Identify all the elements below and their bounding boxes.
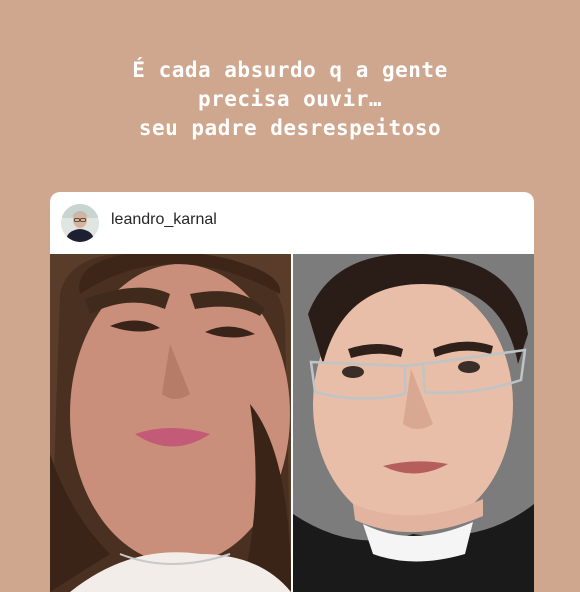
shared-post-card[interactable]: leandro_karnal [50,192,534,592]
post-username[interactable]: leandro_karnal [111,211,217,229]
caption-line-2: precisa ouvir… [197,87,382,111]
caption-line-3: seu padre desrespeitoso [138,116,442,140]
post-photos[interactable] [50,254,534,592]
woman-selfie-photo [50,254,291,592]
profile-avatar-icon[interactable] [61,204,99,242]
post-header[interactable]: leandro_karnal [50,192,534,254]
story-caption: É cada absurdo q a gente precisa ouvir… … [0,56,580,143]
priest-portrait-photo [293,254,534,592]
caption-line-1: É cada absurdo q a gente [132,58,448,82]
